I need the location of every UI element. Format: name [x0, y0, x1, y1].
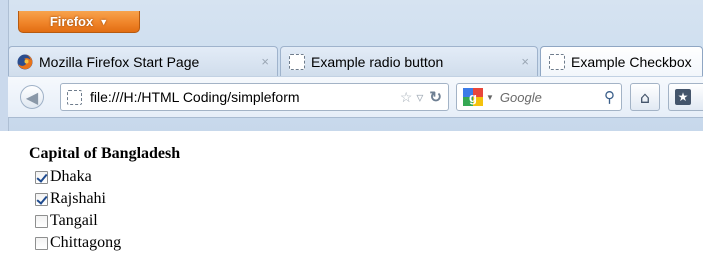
- search-bar[interactable]: g ▼ Google ⚲: [456, 83, 622, 111]
- browser-chrome: Firefox ▼ Mozilla Firefox Start Page × E…: [0, 0, 703, 131]
- firefox-menu-button[interactable]: Firefox ▼: [18, 11, 140, 33]
- checkbox[interactable]: [35, 236, 48, 250]
- form-heading: Capital of Bangladesh: [29, 145, 181, 162]
- option-label[interactable]: Tangail: [50, 212, 98, 230]
- bookmarks-icon: ★: [675, 89, 691, 105]
- close-icon[interactable]: ×: [521, 54, 529, 69]
- option-label[interactable]: Dhaka: [50, 168, 92, 186]
- checkbox-group: Dhaka Rajshahi Tangail Chittagong: [35, 166, 121, 254]
- home-icon: ⌂: [639, 87, 651, 107]
- back-button[interactable]: ◀: [20, 85, 44, 109]
- option-row[interactable]: Rajshahi: [35, 188, 121, 210]
- option-row[interactable]: Tangail: [35, 210, 121, 232]
- firefox-icon: [17, 54, 33, 69]
- google-icon[interactable]: g: [463, 88, 483, 106]
- checkbox[interactable]: [35, 170, 48, 184]
- bookmarks-button[interactable]: ★: [668, 83, 703, 111]
- option-label[interactable]: Chittagong: [50, 234, 121, 252]
- checkbox[interactable]: [35, 214, 48, 228]
- tab-strip: Mozilla Firefox Start Page × Example rad…: [8, 40, 703, 76]
- chevron-down-icon[interactable]: ▼: [486, 93, 494, 102]
- option-label[interactable]: Rajshahi: [50, 190, 106, 208]
- tab-checkbox-example[interactable]: Example Checkbox: [540, 46, 703, 76]
- search-placeholder[interactable]: Google: [500, 90, 604, 105]
- svg-text:g: g: [469, 90, 477, 105]
- close-icon[interactable]: ×: [261, 54, 269, 69]
- url-text[interactable]: file:///H:/HTML Coding/simpleform: [90, 89, 396, 105]
- url-bar[interactable]: file:///H:/HTML Coding/simpleform ☆ ▿ ↻: [60, 83, 449, 111]
- tab-label: Example radio button: [311, 53, 444, 70]
- tab-label: Mozilla Firefox Start Page: [39, 53, 200, 70]
- back-arrow-icon: ◀: [25, 87, 39, 107]
- blank-page-icon: [67, 89, 82, 105]
- firefox-menu-label: Firefox: [49, 14, 94, 29]
- tab-start-page[interactable]: Mozilla Firefox Start Page ×: [8, 46, 278, 76]
- chevron-down-icon: ▼: [99, 16, 109, 27]
- home-button[interactable]: ⌂: [630, 83, 660, 111]
- tab-label: Example Checkbox: [571, 53, 692, 70]
- checkbox[interactable]: [35, 192, 48, 206]
- option-row[interactable]: Dhaka: [35, 166, 121, 188]
- option-row[interactable]: Chittagong: [35, 232, 121, 254]
- blank-page-icon: [289, 53, 305, 70]
- blank-page-icon: [549, 53, 565, 70]
- page-content: Capital of Bangladesh Dhaka Rajshahi Tan…: [0, 131, 703, 275]
- navigation-toolbar: ◀ file:///H:/HTML Coding/simpleform ☆ ▿ …: [8, 76, 703, 118]
- history-dropdown-icon[interactable]: ▿: [416, 89, 423, 106]
- bookmark-star-icon[interactable]: ☆: [400, 89, 413, 106]
- reload-icon[interactable]: ↻: [429, 88, 442, 106]
- tab-radio-example[interactable]: Example radio button ×: [280, 46, 538, 76]
- search-icon[interactable]: ⚲: [604, 88, 615, 106]
